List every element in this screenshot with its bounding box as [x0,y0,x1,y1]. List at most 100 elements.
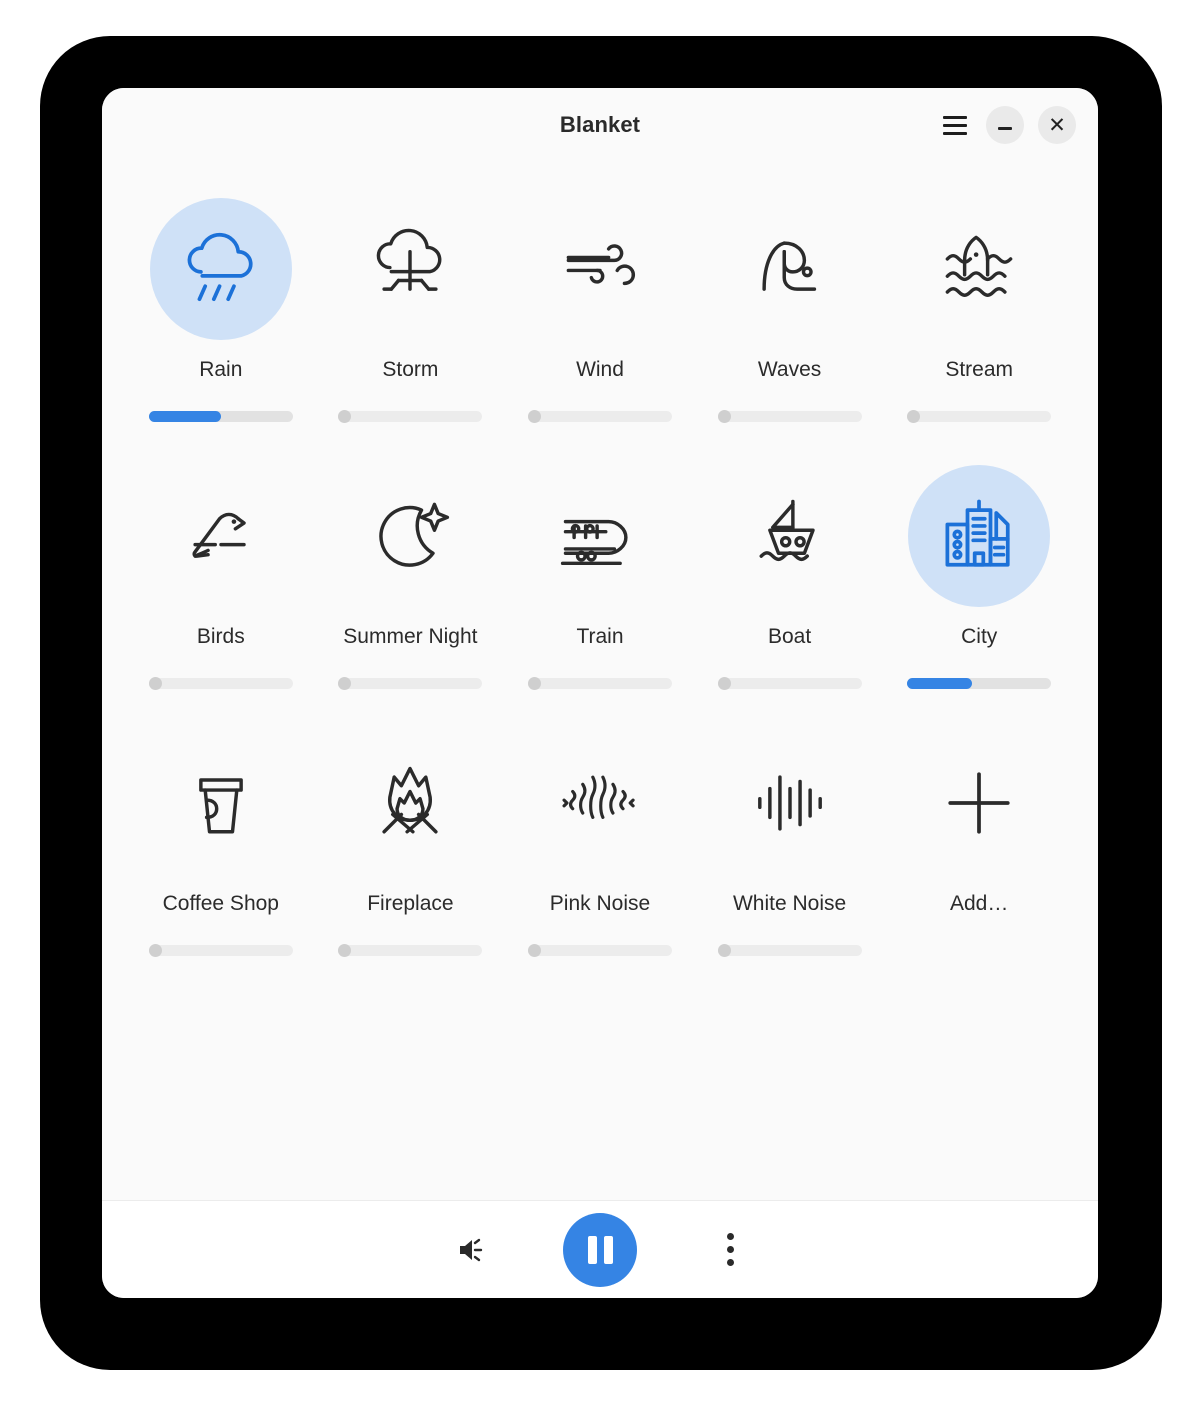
volume-button[interactable] [443,1223,497,1277]
volume-slider-white-noise[interactable] [717,943,862,957]
sound-label: Stream [945,358,1014,381]
stream-icon [945,235,1013,297]
volume-slider-row [884,652,1074,714]
sound-grid: Rain Storm Wind Waves Stream Birds Summe… [126,180,1074,981]
pink-noise-button[interactable] [529,732,671,874]
page-title: Blanket [559,112,641,137]
volume-slider-pink-noise[interactable] [527,943,672,957]
train-button[interactable] [529,465,671,607]
volume-slider-row [695,385,885,447]
summer-night-button[interactable] [339,465,481,607]
sound-card-birds: Birds [126,447,316,714]
three-dots-vertical-icon [726,1233,734,1266]
volume-slider-row [505,919,695,981]
storm-icon [377,228,442,291]
sound-card-stream: Stream [884,180,1074,447]
close-icon: ✕ [1048,113,1066,137]
sound-label: Birds [196,625,245,649]
sound-label: Rain [199,358,243,381]
volume-slider-storm[interactable] [338,409,483,423]
volume-slider-row [505,385,695,447]
playback-bar [102,1200,1098,1298]
volume-slider-waves[interactable] [717,409,862,423]
sound-card-train: Train [505,447,695,714]
boat-icon [759,499,815,562]
blanket-window: Blanket ✕ Rain Storm Wind Waves Stream B… [102,88,1098,1298]
sound-label: Summer Night [343,625,478,649]
sound-card-pink-noise: Pink Noise [505,714,695,981]
volume-slider-stream[interactable] [907,409,1052,423]
volume-slider-row [505,652,695,714]
volume-slider-row [695,919,885,981]
rain-button[interactable] [149,198,292,340]
waves-button[interactable] [719,198,861,340]
fireplace-button[interactable] [339,732,481,874]
sound-card-summer-night: Summer Night [316,447,506,714]
sound-label: Storm [382,358,439,381]
volume-slider-summer-night[interactable] [338,676,483,690]
volume-slider-row [695,652,885,714]
sound-card-waves: Waves [695,180,885,447]
volume-slider-fireplace[interactable] [338,943,483,957]
volume-slider-row [126,385,316,447]
storm-button[interactable] [339,198,481,340]
app-root: Blanket ✕ Rain Storm Wind Waves Stream B… [0,0,1200,1401]
sound-label: Waves [757,358,822,381]
close-button[interactable]: ✕ [1038,106,1076,144]
sound-label: Coffee Shop [162,892,279,916]
coffee-shop-icon [198,778,243,834]
more-options-button[interactable] [703,1223,757,1277]
volume-slider-rain[interactable] [148,410,293,422]
white-noise-button[interactable] [719,732,861,874]
volume-slider-birds[interactable] [148,676,293,690]
birds-icon [192,512,246,558]
sound-label: City [961,625,998,649]
volume-slider-coffee-shop[interactable] [148,943,293,957]
wind-button[interactable] [529,198,671,340]
volume-slider-city[interactable] [907,677,1052,689]
city-icon [945,499,1010,567]
hamburger-menu-icon[interactable] [938,108,972,142]
sound-card-city: City [884,447,1074,714]
wind-icon [566,244,636,286]
add-sound-button[interactable] [908,732,1050,874]
volume-slider-row [316,919,506,981]
minimize-icon [998,127,1012,130]
white-noise-icon [757,775,822,831]
volume-icon [460,1238,483,1261]
sound-label: Pink Noise [549,892,651,916]
summer-night-icon [379,502,450,567]
stream-button[interactable] [908,198,1050,340]
sound-card-add: Add… [884,714,1074,981]
play-pause-button[interactable] [563,1212,637,1287]
plus-icon [948,772,1010,834]
minimize-button[interactable] [986,106,1024,144]
sound-label: Fireplace [367,892,454,916]
volume-slider-wind[interactable] [527,409,672,423]
boat-button[interactable] [719,465,861,607]
volume-slider-boat[interactable] [717,676,862,690]
coffee-shop-button[interactable] [150,732,292,874]
volume-slider-row [884,385,1074,447]
sound-card-coffee-shop: Coffee Shop [126,714,316,981]
birds-button[interactable] [150,465,292,607]
pink-noise-icon [562,775,635,820]
sound-grid-container: Rain Storm Wind Waves Stream Birds Summe… [102,162,1098,1200]
pause-icon [587,1235,613,1264]
title-bar: Blanket ✕ [102,88,1098,162]
sound-card-white-noise: White Noise [695,714,885,981]
volume-slider-row [316,652,506,714]
fireplace-icon [382,766,438,834]
sound-label: White Noise [732,892,847,916]
sound-label: Add… [950,892,1009,916]
sound-card-fireplace: Fireplace [316,714,506,981]
sound-card-boat: Boat [695,447,885,714]
window-controls: ✕ [938,88,1076,162]
volume-slider-row [316,385,506,447]
city-button[interactable] [908,465,1051,608]
volume-slider-row [126,919,316,981]
waves-icon [761,241,816,291]
train-icon [560,519,628,566]
volume-slider-row [126,652,316,714]
volume-slider-train[interactable] [527,676,672,690]
